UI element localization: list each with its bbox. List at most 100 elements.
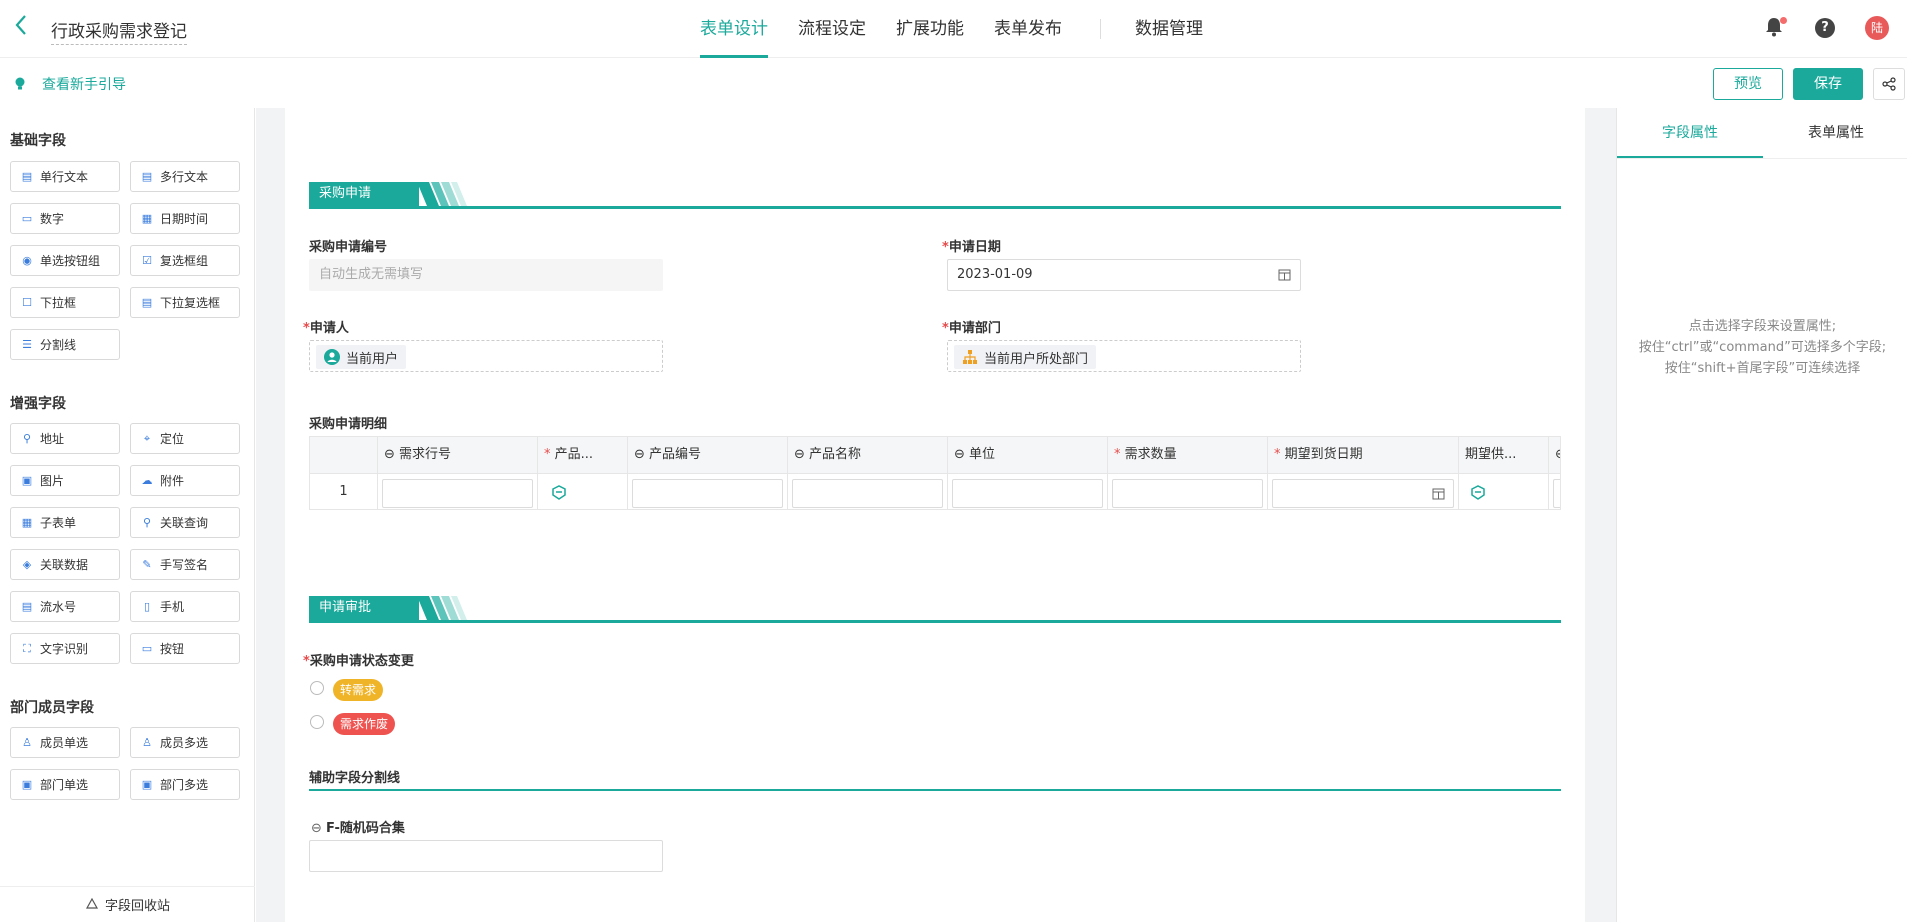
table-cell [1268,473,1459,509]
table-header[interactable]: ⊖ 产品名称 [788,437,948,473]
field-number[interactable]: ▭ 数字 [10,203,120,234]
field-label: 分割线 [40,338,77,352]
field-label: 关联数据 [40,558,89,572]
preview-button[interactable]: 预览 [1713,68,1783,100]
section-title: 申请审批 [309,596,419,620]
table-cell[interactable] [538,473,628,509]
department-icon: ▣ [21,777,33,791]
field-member-single[interactable]: ♙ 成员单选 [10,727,120,758]
field-recycle-bin[interactable]: 字段回收站 [0,886,255,922]
field-phone[interactable]: ▯ 手机 [130,591,240,622]
table-cell [1549,473,1560,509]
table-header-index [310,437,378,473]
field-label: 成员单选 [40,736,89,750]
field-label: 日期时间 [160,212,209,226]
top-bar: 行政采购需求登记 表单设计 流程设定 扩展功能 表单发布 数据管理 ? 陆 [0,0,1907,58]
field-multi-text[interactable]: ▤ 多行文本 [130,161,240,192]
section-stripes [417,596,467,620]
divider-icon: ☰ [22,337,32,351]
tab-field-properties[interactable]: 字段属性 [1617,108,1763,158]
radio-to-demand[interactable] [310,681,324,695]
table-header[interactable]: * 产品... [538,437,628,473]
field-image[interactable]: ▣ 图片 [10,465,120,496]
table-header[interactable]: ⊖ 单位 [948,437,1108,473]
field-label: 图片 [40,474,65,488]
field-multi-dropdown[interactable]: ▤ 下拉复选框 [130,287,240,318]
tab-data-management[interactable]: 数据管理 [1135,0,1203,58]
link-icon: ⊖ [794,447,810,462]
tab-form-properties[interactable]: 表单属性 [1763,108,1907,158]
back-button[interactable] [14,14,34,42]
field-button[interactable]: ▭ 按钮 [130,633,240,664]
field-label: 单行文本 [40,170,89,184]
field-label: 手写签名 [160,558,209,572]
radio-demand-void[interactable] [310,715,324,729]
cell-input[interactable] [382,479,533,508]
lightbulb-icon [15,77,25,90]
field-dept-single[interactable]: ▣ 部门单选 [10,769,120,800]
number-icon: ▭ [21,211,33,225]
user-circle-icon [324,349,340,365]
field-label: 流水号 [40,600,77,614]
table-header[interactable]: ⊖ 需求行号 [378,437,538,473]
section-stripes [417,182,467,206]
cell-input[interactable] [792,479,943,508]
field-label: 下拉框 [40,296,77,310]
tab-publish[interactable]: 表单发布 [994,0,1062,58]
field-location[interactable]: ⌖ 定位 [130,423,240,454]
section-header-approval[interactable]: 申请审批 [309,596,1561,626]
table-header[interactable]: * 需求数量 [1108,437,1268,473]
table-header[interactable]: ⊖ 产品编号 [628,437,788,473]
checkbox-icon: ☑ [142,253,152,267]
field-label: 成员多选 [160,736,209,750]
section-header-purchase-request[interactable]: 采购申请 [309,182,1561,212]
field-lookup[interactable]: ⚲ 关联查询 [130,507,240,538]
field-serial-number[interactable]: ▤ 流水号 [10,591,120,622]
table-header[interactable]: * 期望到货日期 [1268,437,1459,473]
sub-toolbar: 查看新手引导 预览 保存 [0,58,1907,108]
app-title[interactable]: 行政采购需求登记 [51,17,187,45]
avatar[interactable]: 陆 [1865,16,1889,40]
tab-form-design[interactable]: 表单设计 [700,0,768,58]
nav-divider [1100,19,1101,39]
field-dept-multi[interactable]: ▣ 部门多选 [130,769,240,800]
field-address[interactable]: ⚲ 地址 [10,423,120,454]
field-linked-data[interactable]: ◈ 关联数据 [10,549,120,580]
table-cell[interactable] [1459,473,1549,509]
cell-input[interactable] [952,479,1103,508]
properties-hint: 点击选择字段来设置属性; 按住“ctrl”或“command”可选择多个字段; … [1617,316,1907,379]
req-no-field[interactable]: 自动生成无需填写 [309,259,663,291]
applicant-field[interactable]: 当前用户 [309,340,663,372]
random-field[interactable] [309,840,663,872]
link-icon: ⊖ [384,447,400,462]
date-label: *申请日期 [942,240,1001,255]
cell-input[interactable] [632,479,783,508]
field-attachment[interactable]: ☁ 附件 [130,465,240,496]
table-cell [1108,473,1268,509]
field-single-text[interactable]: ▤ 单行文本 [10,161,120,192]
field-datetime[interactable]: ▦ 日期时间 [130,203,240,234]
date-cell-input[interactable] [1272,479,1454,508]
tab-workflow[interactable]: 流程设定 [798,0,866,58]
guide-link[interactable]: 查看新手引导 [14,74,126,94]
table-header[interactable]: 期望供... [1459,437,1549,473]
field-checkbox-group[interactable]: ☑ 复选框组 [130,245,240,276]
pen-icon: ✎ [142,557,152,571]
field-subform[interactable]: ▦ 子表单 [10,507,120,538]
field-signature[interactable]: ✎ 手写签名 [130,549,240,580]
cell-input[interactable] [1112,479,1263,508]
cell-input[interactable] [1553,479,1560,508]
field-radio-group[interactable]: ◉ 单选按钮组 [10,245,120,276]
save-button[interactable]: 保存 [1793,68,1863,100]
field-dropdown[interactable]: ☐ 下拉框 [10,287,120,318]
field-member-multi[interactable]: ♙ 成员多选 [130,727,240,758]
top-icons: ? 陆 [1765,16,1889,40]
dept-field[interactable]: 当前用户所处部门 [947,340,1301,372]
tab-extensions[interactable]: 扩展功能 [896,0,964,58]
share-button[interactable] [1873,68,1905,100]
date-field[interactable]: 2023-01-09 [947,259,1301,291]
field-ocr[interactable]: ⛶ 文字识别 [10,633,120,664]
field-divider[interactable]: ☰ 分割线 [10,329,120,360]
notification-bell-icon[interactable] [1765,17,1787,39]
help-icon[interactable]: ? [1815,18,1835,38]
